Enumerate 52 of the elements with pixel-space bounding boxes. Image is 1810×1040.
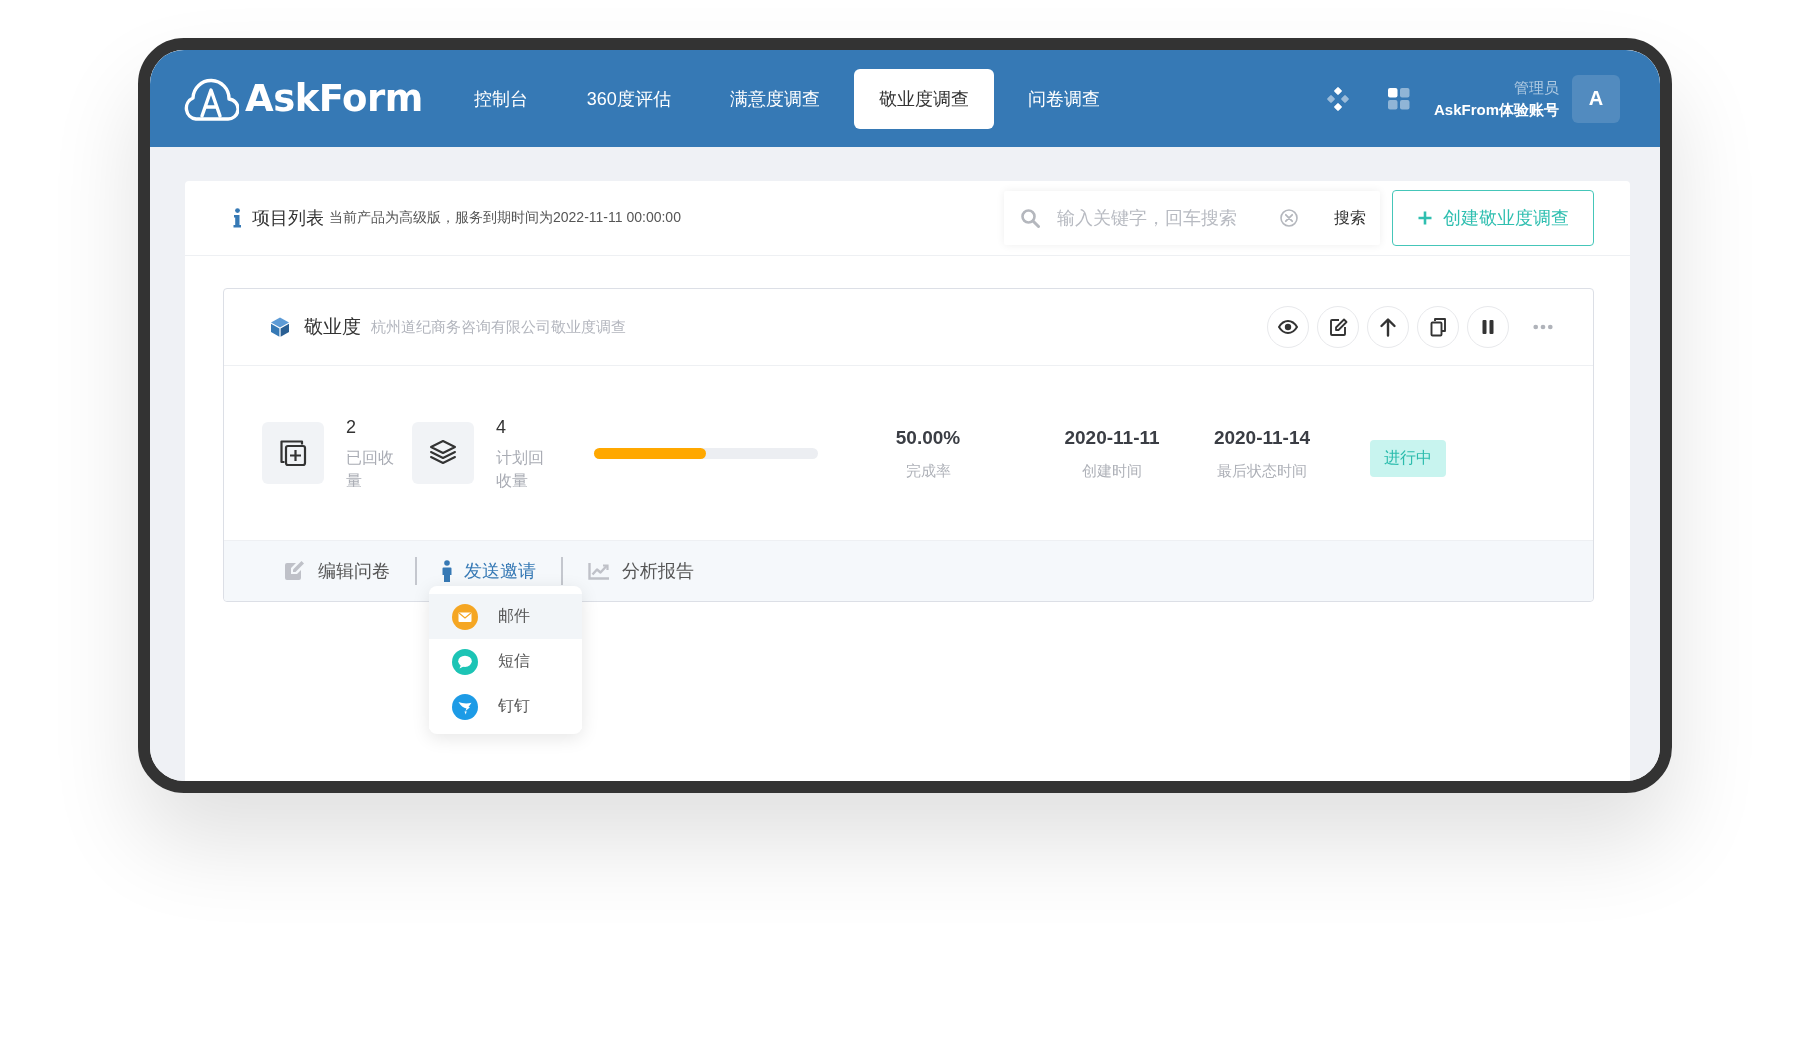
cube-icon xyxy=(270,317,290,337)
avatar[interactable]: A xyxy=(1572,74,1620,123)
plus-icon xyxy=(1417,211,1432,225)
subscription-info: 当前产品为高级版，服务到期时间为2022-11-11 00:00:00 xyxy=(329,209,681,227)
eye-icon xyxy=(1278,317,1298,337)
metric-label: 完成率 xyxy=(905,461,951,481)
layers-icon xyxy=(412,422,474,484)
line-chart-icon xyxy=(588,561,610,581)
stat-label: 计划回收量 xyxy=(496,448,545,491)
metric-value: 2020-11-11 xyxy=(1064,426,1160,450)
info-icon xyxy=(233,208,241,228)
diamonds-icon[interactable] xyxy=(1325,86,1350,111)
pause-button[interactable] xyxy=(1467,306,1509,348)
nav-tab[interactable]: 问卷调查 xyxy=(1002,68,1125,129)
search-input[interactable]: 输入关键字，回车搜索 xyxy=(1057,207,1261,229)
metric-label: 最后状态时间 xyxy=(1217,461,1307,481)
nav-tab[interactable]: 满意度调查 xyxy=(704,68,845,129)
nav-tab[interactable]: 控制台 xyxy=(448,68,553,129)
nav-tab[interactable]: 360度评估 xyxy=(561,68,696,129)
menu-item[interactable]: 邮件 xyxy=(429,594,582,639)
edit-icon xyxy=(1328,317,1348,337)
menu-item[interactable]: 钉钉 xyxy=(429,684,582,729)
copy-plus-icon xyxy=(262,422,324,484)
stat-value: 4 xyxy=(496,416,506,439)
footer-tab[interactable]: 分析报告 xyxy=(588,551,694,591)
person-icon xyxy=(442,560,452,582)
search-button[interactable]: 搜索 xyxy=(1334,203,1366,233)
arrow-up-icon xyxy=(1378,317,1398,337)
stat-label: 已回收量 xyxy=(346,448,395,491)
project-description: 杭州道纪商务咨询有限公司敬业度调查 xyxy=(371,317,626,337)
project-title: 敬业度 xyxy=(304,315,361,339)
metric-value: 50.00% xyxy=(895,426,961,450)
user-role: 管理员 xyxy=(1514,77,1559,98)
menu-item[interactable]: 短信 xyxy=(429,639,582,684)
copy-icon xyxy=(1428,317,1448,337)
section-title: 项目列表 xyxy=(252,207,324,230)
nav-tab[interactable]: 敬业度调查 xyxy=(853,68,994,129)
copy-button[interactable] xyxy=(1417,306,1459,348)
metric-value: 2020-11-14 xyxy=(1213,426,1311,450)
search-icon xyxy=(1020,208,1040,228)
stat-value: 2 xyxy=(346,416,356,439)
publish-button[interactable] xyxy=(1367,306,1409,348)
footer-tab[interactable]: 发送邀请 xyxy=(442,551,536,591)
logo-text: AskForm xyxy=(245,80,423,117)
user-name: AskFrom体验账号 xyxy=(1433,99,1559,120)
edit-icon xyxy=(284,561,306,581)
grid-icon[interactable] xyxy=(1387,87,1410,110)
status-badge: 进行中 xyxy=(1370,439,1446,477)
preview-button[interactable] xyxy=(1267,306,1309,348)
footer-tab[interactable]: 编辑问卷 xyxy=(284,551,390,591)
metric-label: 创建时间 xyxy=(1082,461,1142,481)
edit-button[interactable] xyxy=(1317,306,1359,348)
